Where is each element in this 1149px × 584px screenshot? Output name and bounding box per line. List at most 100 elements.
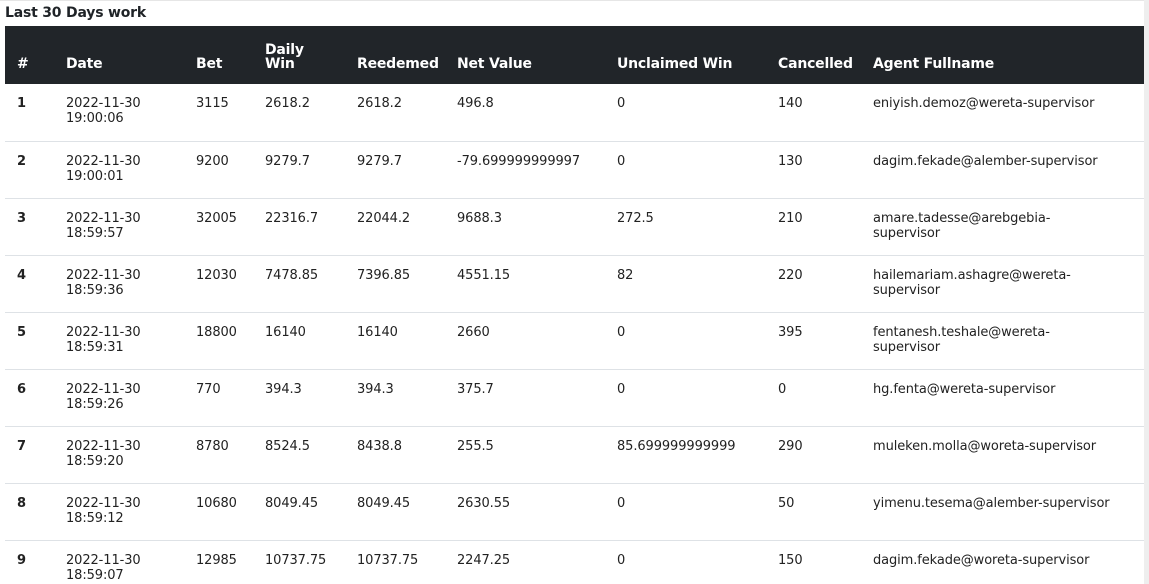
table-row[interactable]: 5 2022-11-30 18:59:31 18800 16140 16140 2660 0 3… [5, 312, 1144, 369]
cell-cancelled: 130 [778, 153, 803, 169]
cell-unclaimed-win: 0 [617, 552, 626, 568]
cell-bet: 10680 [196, 495, 237, 511]
cell-reedemed: 8438.8 [357, 438, 402, 454]
table-header-row: # Date Bet Daily Win Reedemed Net Value … [5, 26, 1144, 84]
cell-date-line2: 18:59:26 [66, 396, 124, 412]
cell-bet: 12030 [196, 267, 237, 283]
cell-reedemed: 7396.85 [357, 267, 411, 283]
table-row[interactable]: 2 2022-11-30 19:00:01 9200 9279.7 9279.7 -79.6… [5, 141, 1144, 198]
cell-index: 4 [17, 267, 26, 283]
cell-bet: 9200 [196, 153, 229, 169]
cell-cancelled: 290 [778, 438, 803, 454]
cell-bet: 18800 [196, 324, 237, 340]
cell-index: 2 [17, 153, 26, 169]
cell-daily-win: 2618.2 [265, 96, 310, 111]
cell-cancelled: 140 [778, 96, 803, 111]
cell-cancelled: 50 [778, 495, 795, 511]
cell-agent-fullname: fentanesh.teshale@wereta-supervisor [873, 312, 1144, 369]
cell-reedemed: 10737.75 [357, 552, 419, 568]
cell-date-line1: 2022-11-30 [66, 153, 141, 169]
cell-date: 2022-11-30 19:00:06 [66, 84, 196, 141]
cell-date: 2022-11-30 18:59:07 [66, 540, 196, 584]
cell-agent-fullname-line2: supervisor [873, 339, 940, 355]
column-header-daily-win[interactable]: Daily Win [265, 26, 357, 84]
cell-date-line1: 2022-11-30 [66, 267, 141, 283]
cell-agent-fullname: dagim.fekade@woreta-supervisor [873, 540, 1144, 584]
cell-cancelled: 220 [778, 267, 803, 283]
cell-reedemed: 16140 [357, 324, 398, 340]
column-header-net-value[interactable]: Net Value [457, 26, 617, 84]
table-row[interactable]: 3 2022-11-30 18:59:57 32005 22316.7 22044.2 96… [5, 198, 1144, 255]
cell-agent-fullname: hg.fenta@wereta-supervisor [873, 369, 1144, 426]
cell-reedemed: 8049.45 [357, 495, 411, 511]
cell-reedemed: 9279.7 [357, 153, 402, 169]
table-row[interactable]: 6 2022-11-30 18:59:26 770 394.3 394.3 375.7 0 0 h… [5, 369, 1144, 426]
cell-date-line2: 18:59:36 [66, 282, 124, 298]
column-header-agent-fullname[interactable]: Agent Fullname [873, 26, 1144, 84]
table-header: # Date Bet Daily Win Reedemed Net Value … [5, 26, 1144, 84]
cell-daily-win: 16140 [265, 324, 306, 340]
cell-date-line2: 19:00:01 [66, 168, 124, 184]
column-header-cancelled[interactable]: Cancelled [778, 26, 873, 84]
table-row[interactable]: 4 2022-11-30 18:59:36 12030 7478.85 7396.85 45… [5, 255, 1144, 312]
table-body: 1 2022-11-30 19:00:06 3115 2618.2 2618.2 496.8… [5, 84, 1144, 584]
cell-agent-fullname: muleken.molla@woreta-supervisor [873, 426, 1144, 483]
cell-index: 1 [17, 96, 26, 111]
cell-reedemed: 22044.2 [357, 210, 411, 226]
cell-date-line1: 2022-11-30 [66, 552, 141, 568]
cell-bet: 3115 [196, 96, 229, 111]
cell-net-value: 2630.55 [457, 495, 511, 511]
work-report-table: # Date Bet Daily Win Reedemed Net Value … [5, 26, 1144, 584]
column-header-daily-win-line2: Win [265, 56, 295, 72]
cell-index: 5 [17, 324, 26, 340]
table-row[interactable]: 1 2022-11-30 19:00:06 3115 2618.2 2618.2 496.8… [5, 84, 1144, 141]
cell-agent-fullname: dagim.fekade@alember-supervisor [873, 141, 1144, 198]
column-header-date[interactable]: Date [66, 26, 196, 84]
cell-unclaimed-win: 272.5 [617, 210, 654, 226]
cell-agent-fullname: hailemariam.ashagre@wereta-supervisor [873, 255, 1144, 312]
scrollbar-track[interactable] [1144, 0, 1149, 584]
cell-agent-fullname-line1: dagim.fekade@alember-supervisor [873, 153, 1098, 169]
cell-agent-fullname: eniyish.demoz@wereta-supervisor [873, 84, 1144, 141]
table-row[interactable]: 8 2022-11-30 18:59:12 10680 8049.45 8049.45 26… [5, 483, 1144, 540]
cell-agent-fullname-line1: amare.tadesse@arebgebia- [873, 210, 1051, 226]
cell-bet: 8780 [196, 438, 229, 454]
cell-index: 8 [17, 495, 26, 511]
cell-date-line2: 19:00:06 [66, 111, 124, 126]
cell-daily-win: 8524.5 [265, 438, 310, 454]
cell-agent-fullname: yimenu.tesema@alember-supervisor [873, 483, 1144, 540]
cell-daily-win: 22316.7 [265, 210, 319, 226]
cell-agent-fullname: amare.tadesse@arebgebia-supervisor [873, 198, 1144, 255]
cell-agent-fullname-line1: yimenu.tesema@alember-supervisor [873, 495, 1110, 511]
cell-daily-win: 9279.7 [265, 153, 310, 169]
cell-cancelled: 0 [778, 381, 787, 397]
cell-date-line1: 2022-11-30 [66, 438, 141, 454]
cell-unclaimed-win: 82 [617, 267, 634, 283]
cell-net-value: 2247.25 [457, 552, 511, 568]
cell-date: 2022-11-30 18:59:12 [66, 483, 196, 540]
report-page: Last 30 Days work # Date Bet Daily Win R… [0, 0, 1149, 584]
cell-date-line2: 18:59:12 [66, 510, 124, 526]
cell-net-value: 375.7 [457, 381, 494, 397]
cell-agent-fullname-line1: hg.fenta@wereta-supervisor [873, 381, 1056, 397]
cell-date: 2022-11-30 18:59:20 [66, 426, 196, 483]
column-header-unclaimed-win[interactable]: Unclaimed Win [617, 26, 778, 84]
cell-agent-fullname-line1: muleken.molla@woreta-supervisor [873, 438, 1097, 454]
cell-date-line1: 2022-11-30 [66, 96, 141, 111]
cell-daily-win: 10737.75 [265, 552, 327, 568]
cell-index: 6 [17, 381, 26, 397]
column-header-index[interactable]: # [5, 26, 66, 84]
cell-date-line2: 18:59:31 [66, 339, 124, 355]
cell-unclaimed-win: 0 [617, 495, 626, 511]
cell-index: 3 [17, 210, 26, 226]
cell-daily-win: 8049.45 [265, 495, 319, 511]
cell-unclaimed-win: 0 [617, 381, 626, 397]
column-header-bet[interactable]: Bet [196, 26, 265, 84]
column-header-reedemed[interactable]: Reedemed [357, 26, 457, 84]
cell-date: 2022-11-30 18:59:26 [66, 369, 196, 426]
table-row[interactable]: 7 2022-11-30 18:59:20 8780 8524.5 8438.8 255.5… [5, 426, 1144, 483]
cell-cancelled: 395 [778, 324, 803, 340]
cell-unclaimed-win: 0 [617, 324, 626, 340]
cell-unclaimed-win: 0 [617, 153, 626, 169]
table-row[interactable]: 9 2022-11-30 18:59:07 12985 10737.75 10737.75… [5, 540, 1144, 584]
